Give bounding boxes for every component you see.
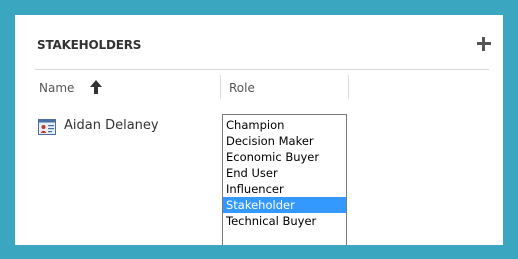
role-option[interactable]: Economic Buyer <box>223 149 346 165</box>
stakeholders-panel: STAKEHOLDERS Name Role Aidan Delaney Cha… <box>15 15 503 245</box>
column-header-role[interactable]: Role <box>229 81 255 95</box>
role-option[interactable]: End User <box>223 165 346 181</box>
role-option[interactable]: Champion <box>223 117 346 133</box>
role-option[interactable]: Technical Buyer <box>223 213 346 229</box>
column-separator[interactable] <box>220 75 221 99</box>
role-option[interactable]: Stakeholder <box>223 197 346 213</box>
contact-card-icon <box>38 119 56 135</box>
role-listbox[interactable]: Champion Decision Maker Economic Buyer End … <box>222 114 347 245</box>
header-divider <box>35 69 489 70</box>
add-stakeholder-button[interactable] <box>474 34 494 54</box>
column-separator[interactable] <box>348 75 349 99</box>
stakeholder-name-link[interactable]: Aidan Delaney <box>64 118 159 133</box>
section-title: STAKEHOLDERS <box>37 38 142 52</box>
column-header-name[interactable]: Name <box>39 81 74 95</box>
sort-ascending-arrow-icon[interactable] <box>89 79 103 95</box>
role-option[interactable]: Decision Maker <box>223 133 346 149</box>
role-option[interactable]: Influencer <box>223 181 346 197</box>
